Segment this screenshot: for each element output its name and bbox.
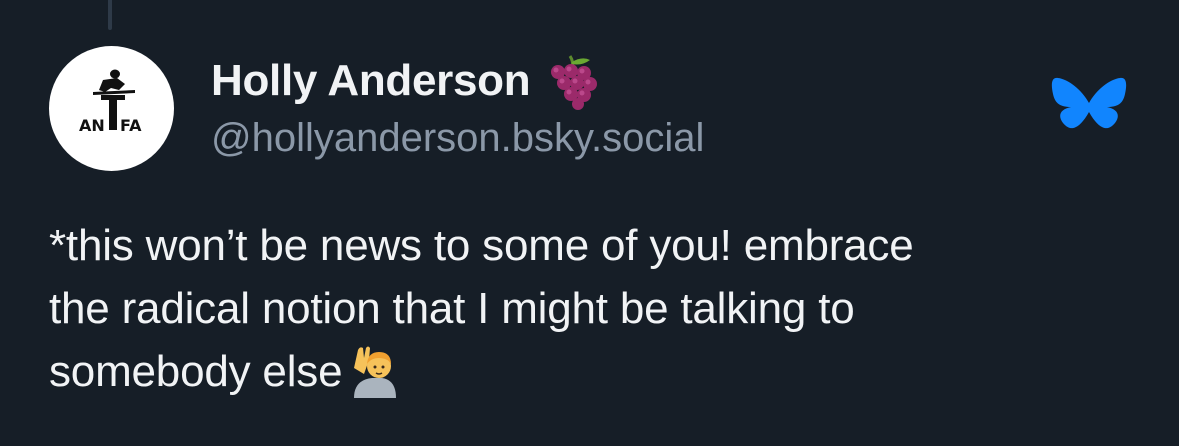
post-body: *this won’t be news to some of you! embr…: [49, 214, 1149, 403]
post-text-line: somebody else: [49, 347, 343, 396]
post-text-line: the radical notion that I might be talki…: [49, 284, 855, 333]
author-display-name[interactable]: Holly Anderson: [211, 56, 531, 106]
grapes-icon: [544, 52, 608, 110]
post-header: Holly Anderson @hollyanderson.bsky.socia…: [211, 52, 704, 161]
author-handle[interactable]: @hollyanderson.bsky.social: [211, 116, 704, 161]
svg-text:FA: FA: [120, 116, 142, 135]
person-raising-hand-icon: [348, 344, 402, 398]
author-name-row: Holly Anderson: [211, 52, 704, 110]
avatar[interactable]: AN FA: [49, 46, 174, 171]
post-text-line: *this won’t be news to some of you! embr…: [49, 221, 914, 270]
svg-text:AN: AN: [79, 116, 105, 135]
bluesky-butterfly-icon[interactable]: [1051, 76, 1127, 142]
post-text-line-last: somebody else: [49, 340, 1149, 403]
thread-connector-line: [108, 0, 112, 30]
antifa-logo-icon: AN FA: [79, 69, 142, 135]
